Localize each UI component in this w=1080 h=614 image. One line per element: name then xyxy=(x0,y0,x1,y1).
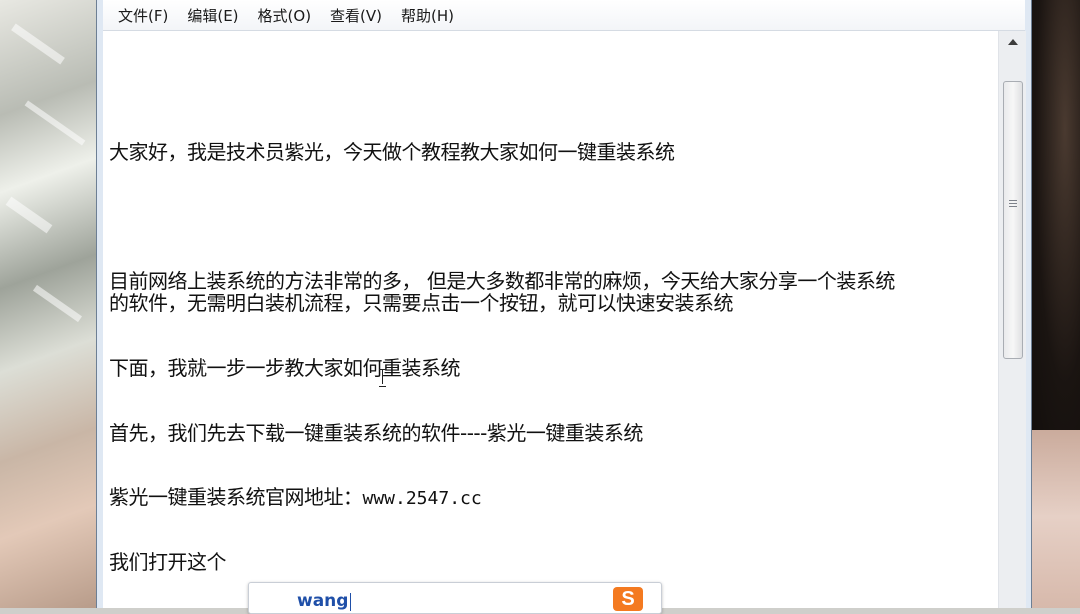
doc-website-url: www.2547.cc xyxy=(362,488,482,509)
vertical-scrollbar[interactable] xyxy=(998,31,1026,608)
doc-line-intro-2: 的软件，无需明白装机流程，只需要点击一个按钮，就可以快速安装系统 xyxy=(109,291,734,315)
doc-line-website: 紫光一键重装系统官网地址：www.2547.cc xyxy=(109,486,482,510)
menu-view[interactable]: 查看(V) xyxy=(327,2,385,29)
menu-bar: 文件(F) 编辑(E) 格式(O) 查看(V) 帮助(H) xyxy=(103,0,1025,31)
doc-line-intro-1: 目前网络上装系统的方法非常的多， 但是大多数都非常的麻烦，今天给大家分享一个装系… xyxy=(109,269,895,293)
ime-candidate-window: wang S xyxy=(248,582,662,614)
desktop-wallpaper-left xyxy=(0,0,96,608)
menu-edit[interactable]: 编辑(E) xyxy=(184,2,241,29)
menu-format[interactable]: 格式(O) xyxy=(255,2,315,29)
scroll-thumb[interactable] xyxy=(1003,81,1023,359)
menu-file[interactable]: 文件(F) xyxy=(115,2,171,29)
scroll-thumb-grip-icon xyxy=(1009,200,1017,201)
menu-help[interactable]: 帮助(H) xyxy=(398,2,457,29)
ime-composition-text: wang xyxy=(297,591,349,611)
desktop-wallpaper-right xyxy=(1030,0,1080,608)
doc-line-open: 我们打开这个 xyxy=(109,550,227,574)
doc-website-label: 紫光一键重装系统官网地址： xyxy=(109,485,363,509)
doc-line-next: 下面，我就一步一步教大家如何重装系统 xyxy=(109,356,461,380)
doc-line-first: 首先，我们先去下载一键重装系统的软件----紫光一键重装系统 xyxy=(109,421,643,445)
scroll-thumb-grip-line xyxy=(1009,203,1017,204)
sogou-ime-logo-icon[interactable]: S xyxy=(613,587,643,611)
ime-caret xyxy=(350,593,351,611)
text-cursor-icon xyxy=(379,369,387,387)
notepad-window: 文件(F) 编辑(E) 格式(O) 查看(V) 帮助(H) 大家好，我是技术员紫… xyxy=(96,0,1032,608)
doc-line-greeting: 大家好，我是技术员紫光，今天做个教程教大家如何一键重装系统 xyxy=(109,140,675,164)
text-editor-area[interactable]: 大家好，我是技术员紫光，今天做个教程教大家如何一键重装系统 目前网络上装系统的方… xyxy=(103,31,998,608)
scroll-thumb-grip-line xyxy=(1009,206,1017,207)
scroll-up-arrow-icon[interactable] xyxy=(999,31,1026,53)
